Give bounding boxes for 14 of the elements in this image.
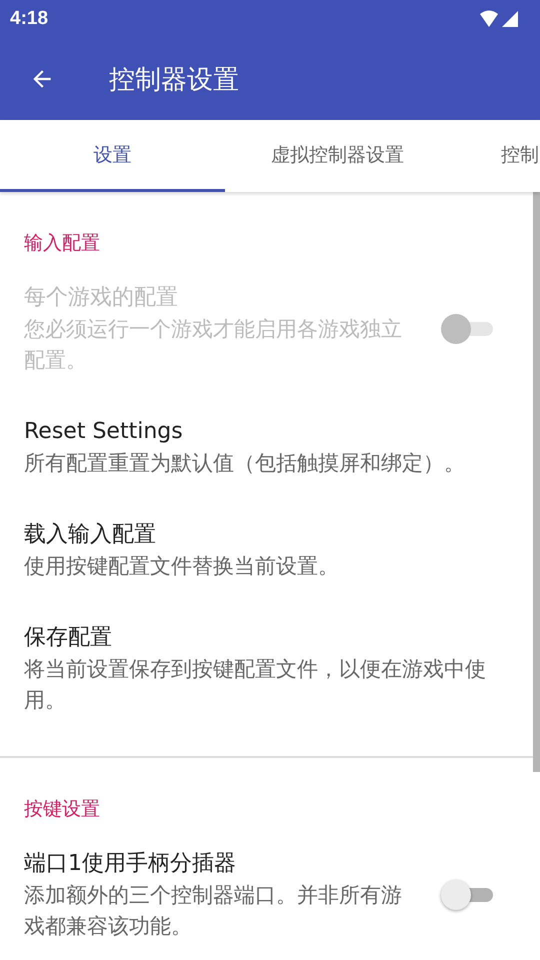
scrollbar-thumb[interactable] bbox=[533, 192, 540, 772]
status-time: 4:18 bbox=[10, 8, 48, 30]
preference-item[interactable]: Reset Settings 所有配置重置为默认值（包括触摸屏和绑定）。 bbox=[0, 392, 533, 495]
section-header: 按键设置 bbox=[23, 797, 101, 822]
preference-item[interactable]: 端口1使用手柄分插器 添加额外的三个控制器端口。并非所有游戏都兼容该功能。 bbox=[0, 824, 533, 958]
toggle-switch[interactable] bbox=[441, 879, 493, 911]
preference-item[interactable]: 载入输入配置 使用按键配置文件替换当前设置。 bbox=[0, 495, 533, 598]
tab[interactable]: 虚拟控制器设置 bbox=[225, 120, 450, 192]
tab[interactable]: 设置 bbox=[0, 120, 225, 192]
preference-item[interactable]: 保存配置 将当前设置保存到按键配置文件，以便在游戏中使用。 bbox=[0, 598, 533, 732]
screen-title: 控制器设置 bbox=[109, 64, 239, 96]
tab[interactable]: 控制 bbox=[450, 120, 539, 192]
section-header: 输入配置 bbox=[23, 231, 101, 256]
status-icons bbox=[480, 9, 520, 29]
